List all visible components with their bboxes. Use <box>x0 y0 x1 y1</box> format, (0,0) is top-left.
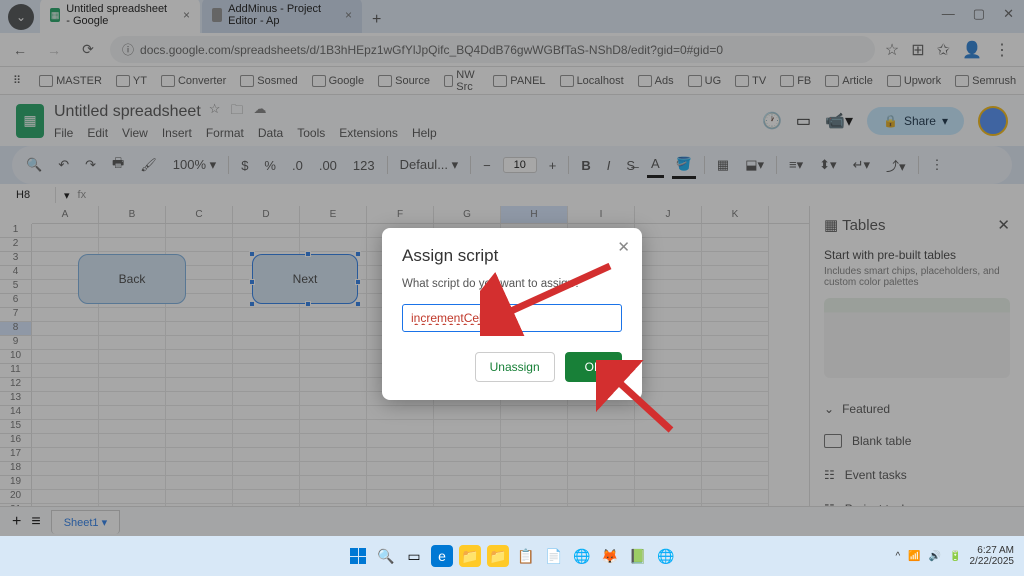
search-icon[interactable]: 🔍 <box>375 545 397 567</box>
start-icon[interactable] <box>347 545 369 567</box>
clock-time[interactable]: 6:27 AM <box>970 545 1015 556</box>
edge-icon[interactable]: e <box>431 545 453 567</box>
ok-button[interactable]: OK <box>565 352 622 382</box>
modal-overlay: ✕ Assign script What script do you want … <box>0 0 1024 576</box>
dialog-prompt: What script do you want to assign? <box>402 278 622 290</box>
unassign-button[interactable]: Unassign <box>475 352 555 382</box>
folder-icon[interactable]: 📁 <box>487 545 509 567</box>
notepad-icon[interactable]: 📄 <box>543 545 565 567</box>
windows-taskbar: 🔍 ▭ e 📁 📁 📋 📄 🌐 🦊 📗 🌐 ^ 📶 🔊 🔋 6:27 AM 2/… <box>0 536 1024 576</box>
wifi-icon[interactable]: 📶 <box>908 551 920 562</box>
volume-icon[interactable]: 🔊 <box>929 551 941 562</box>
task-view-icon[interactable]: ▭ <box>403 545 425 567</box>
chrome-icon[interactable]: 🌐 <box>571 545 593 567</box>
chevron-up-icon[interactable]: ^ <box>895 551 900 562</box>
app-icon[interactable]: 📗 <box>627 545 649 567</box>
chrome-icon[interactable]: 🌐 <box>655 545 677 567</box>
assign-script-dialog: ✕ Assign script What script do you want … <box>382 228 642 400</box>
explorer-icon[interactable]: 📁 <box>459 545 481 567</box>
app-icon[interactable]: 📋 <box>515 545 537 567</box>
app-icon[interactable]: 🦊 <box>599 545 621 567</box>
clock-date[interactable]: 2/22/2025 <box>970 556 1015 567</box>
battery-icon[interactable]: 🔋 <box>949 551 961 562</box>
dialog-title: Assign script <box>402 246 622 266</box>
script-name-input[interactable] <box>402 304 622 332</box>
close-icon[interactable]: ✕ <box>617 238 630 256</box>
